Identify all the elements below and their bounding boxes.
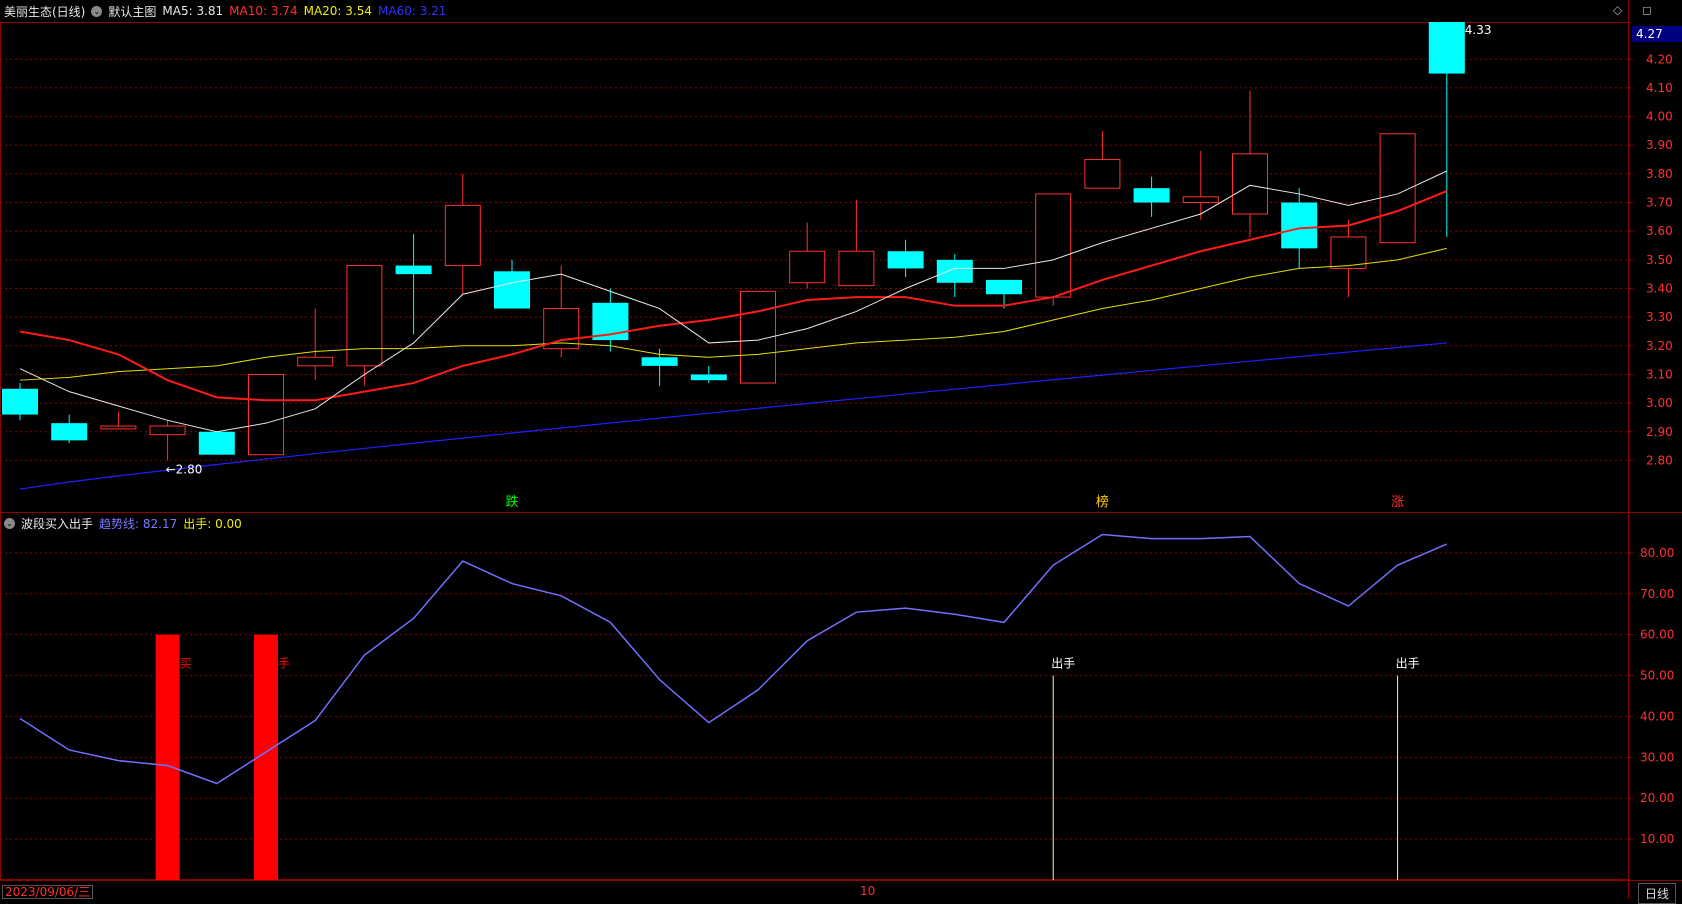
ma10-line	[19, 190, 1448, 402]
candle-down	[2, 388, 38, 415]
current-price-tag: 4.27	[1632, 26, 1682, 42]
main-y-tick-label: 3.40	[1646, 281, 1673, 295]
signal-marker: 榜	[1096, 494, 1109, 510]
low-price-annotation: ←2.80	[166, 462, 203, 476]
main-y-tick-label: 2.90	[1646, 425, 1673, 439]
candle-down	[1428, 22, 1465, 74]
candle-down	[887, 251, 924, 269]
candle-down	[1133, 188, 1170, 203]
high-price-annotation: 4.33	[1465, 23, 1492, 37]
main-chart-header: 美丽生态(日线) ⌄ 默认主图 MA5: 3.81 MA10: 3.74 MA2…	[4, 0, 452, 22]
indicator-settings-icon[interactable]: ⌄	[4, 517, 15, 529]
ma10-label: MA10: 3.74	[229, 4, 298, 18]
indicator-y-tick-label: 10.00	[1640, 832, 1674, 846]
signal-marker: 涨	[1391, 495, 1404, 510]
candle-up	[248, 373, 284, 456]
ma20-label: MA20: 3.54	[303, 4, 373, 18]
candle-down	[494, 271, 530, 309]
indicator-y-tick-label: 60.00	[1640, 628, 1674, 642]
main-y-tick-label: 3.10	[1646, 367, 1673, 381]
indicator-y-tick-label: 30.00	[1640, 750, 1674, 764]
ma60-line	[19, 342, 1447, 490]
candle-down	[1281, 202, 1318, 249]
candle-down	[51, 423, 88, 441]
action-signal-label: 出手	[1051, 657, 1075, 671]
indicator-y-tick-label: 50.00	[1640, 669, 1674, 683]
buy-signal-label: 手	[278, 657, 290, 671]
candle-up	[444, 204, 481, 267]
period-button[interactable]: 日线	[1638, 883, 1677, 904]
indicator-header: ⌄ 波段买入出手 趋势线: 82.17 出手: 0.00	[4, 512, 248, 534]
month-tick-label: 10	[860, 884, 876, 898]
main-y-tick-label: 3.80	[1646, 167, 1673, 181]
indicator-y-tick-label: 70.00	[1640, 587, 1674, 601]
indicator-y-tick-label: 80.00	[1640, 546, 1674, 560]
candle-down	[690, 374, 727, 381]
indicator-y-tick-label: 40.00	[1640, 709, 1674, 723]
ma60-label: MA60: 3.21	[378, 4, 447, 18]
action-signal-label: 出手	[1396, 657, 1420, 671]
ma20-line	[19, 247, 1447, 381]
main-y-tick-label: 3.60	[1646, 224, 1673, 238]
signal-marker: 跌	[505, 494, 518, 510]
trend-line	[19, 533, 1448, 785]
buy-signal-label: 买	[180, 657, 192, 671]
indicator-name[interactable]: 波段买入出手	[21, 515, 93, 532]
candle-up	[149, 425, 186, 436]
main-y-tick-label: 3.90	[1646, 138, 1673, 152]
candle-down	[641, 357, 678, 366]
action-label: 出手: 0.00	[183, 516, 242, 531]
main-y-tick-label: 4.10	[1646, 81, 1673, 95]
candle-up	[1035, 193, 1072, 298]
main-y-tick-label: 4.20	[1646, 52, 1673, 66]
candle-up	[100, 425, 137, 430]
main-y-tick-label: 2.80	[1646, 453, 1673, 467]
candle-up	[1182, 196, 1219, 204]
candle-down	[936, 259, 973, 283]
main-y-tick-label: 3.00	[1646, 396, 1673, 410]
stock-name[interactable]: 美丽生态(日线)	[4, 3, 85, 20]
candle-up	[789, 250, 826, 284]
candle-up	[1084, 159, 1121, 189]
candle-down	[198, 431, 235, 455]
candle-down	[986, 279, 1022, 295]
ma5-label: MA5: 3.81	[162, 4, 224, 18]
main-y-tick-label: 4.00	[1646, 110, 1673, 124]
cursor-date-label: 2023/09/06/三	[2, 885, 94, 899]
main-y-tick-label: 3.30	[1646, 310, 1673, 324]
candle-up	[297, 356, 334, 367]
buy-signal-bar	[155, 634, 180, 880]
chart-canvas[interactable]: 4.20 4.10 4.00 3.90 3.80 3.70 3.60 3.50 3.40 3.30…	[0, 0, 1682, 899]
main-chart-label[interactable]: 默认主图	[108, 3, 156, 20]
candle-up	[838, 250, 875, 287]
candle-up	[1232, 153, 1268, 215]
main-y-tick-label: 3.50	[1646, 253, 1673, 267]
main-y-tick-label: 3.20	[1646, 339, 1673, 353]
settings-circle-icon[interactable]: ⌄	[91, 5, 103, 17]
trend-line-label: 趋势线: 82.17	[99, 516, 178, 531]
candle-up	[346, 265, 383, 367]
candle-down	[395, 265, 432, 275]
window-control-icons[interactable]: ◇ ◻	[1613, 3, 1660, 17]
main-y-tick-label: 3.70	[1646, 196, 1673, 210]
indicator-y-tick-label: 20.00	[1640, 791, 1674, 805]
